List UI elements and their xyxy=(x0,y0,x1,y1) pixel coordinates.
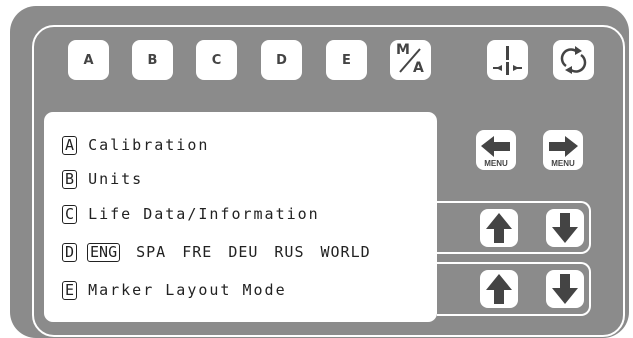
menu-item-language[interactable]: D ENG SPA FRE DEU RUS WORLD xyxy=(62,241,371,263)
down-arrow-icon xyxy=(552,274,578,304)
menu-item-marker-layout[interactable]: E Marker Layout Mode xyxy=(62,279,287,301)
menu-item-units[interactable]: B Units xyxy=(62,168,143,190)
rotate-button[interactable] xyxy=(553,40,594,80)
menu-item-label: Calibration xyxy=(88,136,210,154)
menu-right-label: MENU xyxy=(551,159,575,168)
auto-label: A xyxy=(413,60,424,76)
up-arrow-icon xyxy=(486,274,512,304)
menu-item-calibration[interactable]: A Calibration xyxy=(62,134,209,156)
menu-key-c: C xyxy=(62,204,78,224)
menu-key-e: E xyxy=(62,280,78,300)
down-button-1[interactable] xyxy=(546,209,584,247)
key-b-button[interactable]: B xyxy=(132,40,173,80)
center-button[interactable] xyxy=(487,40,528,80)
language-deu[interactable]: DEU xyxy=(228,243,258,261)
language-spa[interactable]: SPA xyxy=(136,243,166,261)
rotate-icon xyxy=(560,46,587,74)
menu-key-b: B xyxy=(62,169,78,189)
menu-item-label: Marker Layout Mode xyxy=(88,281,287,299)
key-e-button[interactable]: E xyxy=(326,40,367,80)
down-arrow-icon xyxy=(552,213,578,243)
manual-auto-button[interactable]: M A xyxy=(390,40,431,80)
slash-icon xyxy=(399,48,421,73)
menu-item-label: Units xyxy=(88,170,144,188)
language-eng-selected[interactable]: ENG xyxy=(87,242,121,262)
menu-left-button[interactable]: MENU xyxy=(476,130,516,170)
menu-display: A Calibration B Units C Life Data/Inform… xyxy=(44,112,437,322)
language-fre[interactable]: FRE xyxy=(182,243,212,261)
menu-right-button[interactable]: MENU xyxy=(543,130,583,170)
menu-key-a: A xyxy=(62,135,78,155)
language-rus[interactable]: RUS xyxy=(274,243,304,261)
key-d-button[interactable]: D xyxy=(261,40,302,80)
key-c-button[interactable]: C xyxy=(196,40,237,80)
menu-key-d: D xyxy=(62,242,78,262)
up-button-1[interactable] xyxy=(480,209,518,247)
menu-left-arrow-icon: MENU xyxy=(481,136,510,168)
up-arrow-icon xyxy=(486,213,512,243)
menu-left-label: MENU xyxy=(484,159,508,168)
key-a-button[interactable]: A xyxy=(68,40,109,80)
language-world[interactable]: WORLD xyxy=(321,243,371,261)
menu-item-life-data[interactable]: C Life Data/Information xyxy=(62,203,320,225)
menu-right-arrow-icon: MENU xyxy=(549,136,578,168)
down-button-2[interactable] xyxy=(546,270,584,308)
up-button-2[interactable] xyxy=(480,270,518,308)
menu-item-label: Life Data/Information xyxy=(88,205,320,223)
center-marker-icon xyxy=(493,46,522,75)
